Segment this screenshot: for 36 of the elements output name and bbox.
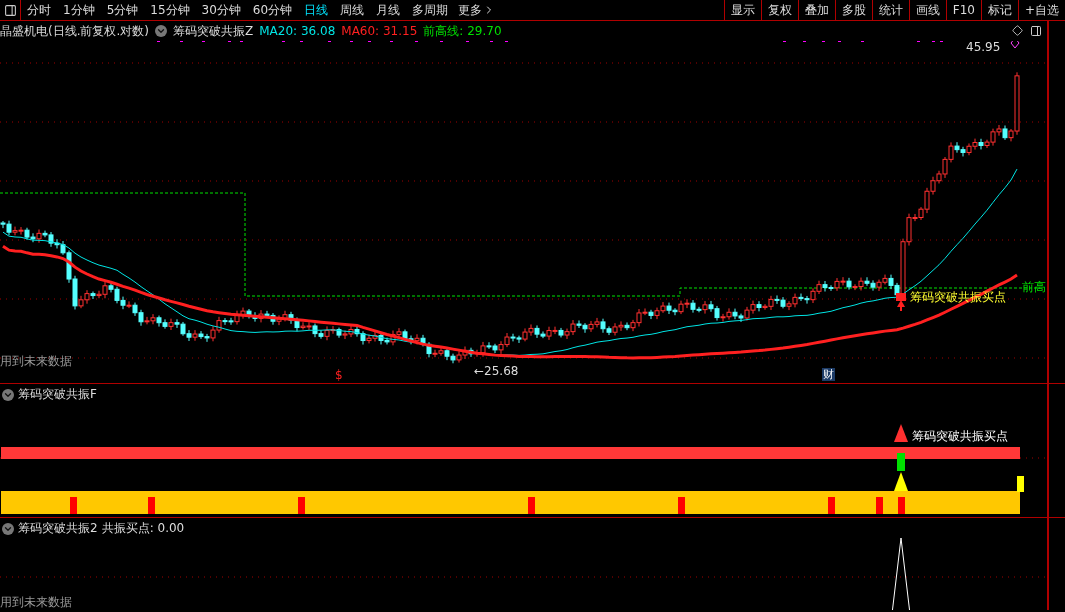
toolbar-button[interactable]: 多股 [834,0,872,20]
period-tab[interactable]: 15分钟 [144,1,196,19]
period-tab[interactable]: 分时 [21,1,57,19]
toolbar-button[interactable]: +自选 [1017,0,1065,20]
panel-title: 筹码突破共振2 [18,520,98,537]
resonance-reading: 共振买点: 0.00 [101,520,185,537]
stock-title: 晶盛机电(日线.前复权.对数) [0,22,149,40]
toolbar-button[interactable]: 画线 [908,0,946,20]
legend-value: MA20: 36.08 [259,24,336,38]
period-tab[interactable]: 5分钟 [100,1,145,19]
period-tab[interactable]: 60分钟 [246,1,299,19]
period-tab[interactable]: 多周期 [406,1,455,19]
more-menu[interactable]: 更多 [454,1,500,19]
panel-title: 筹码突破共振F [18,386,97,403]
period-tab[interactable]: 周线 [334,1,371,19]
period-tab[interactable]: 30分钟 [195,1,247,19]
legend-value: MA60: 31.15 [341,24,418,38]
high-price-label: 45.95 [966,41,1001,53]
finance-badge: 财 [822,368,835,381]
period-tab[interactable]: 1分钟 [57,1,101,19]
toolbar-button[interactable]: 显示 [723,0,761,20]
period-tab[interactable]: 日线 [298,1,335,19]
toolbar-button[interactable]: F10 [945,0,981,20]
toolbar-button[interactable]: 标记 [980,0,1018,20]
low-price-label: ←25.68 [474,365,519,377]
toolbar-button[interactable]: 叠加 [797,0,835,20]
future-data-note: 用到未来数据 [0,596,72,608]
period-tab[interactable]: 月线 [370,1,407,19]
signal-label: 筹码突破共振买点 [912,430,1008,442]
toolbar-button[interactable]: 复权 [760,0,798,20]
legend-value: 前高线: 29.70 [423,22,502,40]
previous-high-label: 前高 [1022,281,1046,293]
toolbar-button[interactable]: 统计 [871,0,909,20]
indicator-name: 筹码突破共振Z [173,22,254,40]
dividend-mark: $ [335,369,343,381]
future-data-note: 用到未来数据 [0,355,72,367]
